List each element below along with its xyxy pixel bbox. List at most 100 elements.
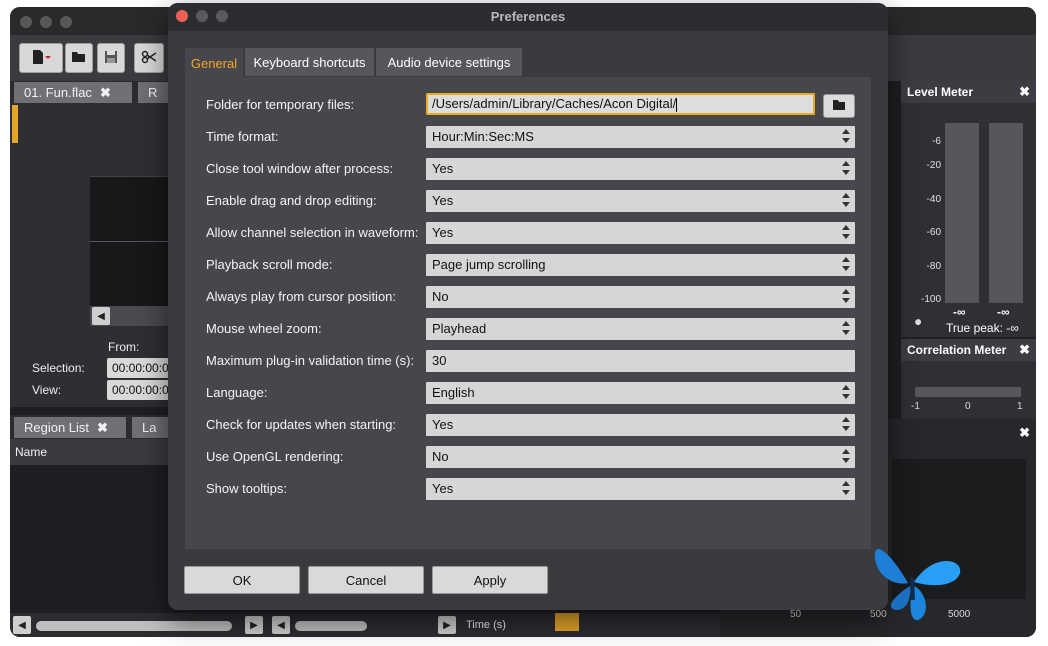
cancel-button[interactable]: Cancel	[308, 566, 424, 594]
browse-folder-button[interactable]	[823, 94, 855, 118]
wrench-icon[interactable]	[911, 319, 925, 336]
zoom-window-button[interactable]	[60, 16, 72, 28]
view-from-field[interactable]: 00:00:00:0	[107, 380, 170, 400]
save-icon	[104, 50, 118, 67]
tab-document[interactable]: 01. Fun.flac ✖	[14, 82, 132, 103]
selection-from-field[interactable]: 00:00:00:0	[107, 358, 170, 378]
correlation-scale-label: 1	[1017, 401, 1023, 412]
select-arrows-icon	[842, 449, 850, 463]
region-tab-2-label: La	[142, 420, 157, 435]
general-settings-panel: Folder for temporary files: /Users/admin…	[185, 77, 871, 549]
show-tooltips-value: Yes	[432, 481, 454, 496]
opengl-label: Use OpenGL rendering:	[206, 449, 344, 464]
plugin-validation-value: 30	[432, 353, 447, 368]
waveform-scrollbar[interactable]: ◀	[90, 306, 170, 326]
temp-folder-label: Folder for temporary files:	[206, 97, 355, 112]
region-list[interactable]	[10, 465, 170, 615]
close-tool-window-select[interactable]: Yes	[426, 158, 855, 180]
level-meter-panel: Level Meter ✖ -6 -20 -40 -60 -80 -100 -∞…	[901, 81, 1036, 337]
document-tab-label: 01. Fun.flac	[24, 85, 92, 100]
meter-tick: -80	[926, 261, 941, 272]
temp-folder-input[interactable]: /Users/admin/Library/Caches/Acon Digital…	[426, 93, 815, 115]
selection-label: Selection:	[32, 361, 85, 375]
new-file-button[interactable]	[19, 43, 63, 73]
select-arrows-icon	[842, 161, 850, 175]
show-tooltips-select[interactable]: Yes	[426, 478, 855, 500]
minimize-window-button[interactable]	[40, 16, 52, 28]
document-tab-2-label: R	[148, 85, 158, 100]
close-icon[interactable]: ✖	[100, 85, 111, 101]
check-updates-select[interactable]: Yes	[426, 414, 855, 436]
select-arrows-icon	[842, 225, 850, 239]
close-tool-window-value: Yes	[432, 161, 454, 176]
tab-region-2[interactable]: La	[132, 417, 172, 438]
text-cursor	[676, 97, 678, 112]
mouse-wheel-zoom-select[interactable]: Playhead	[426, 318, 855, 340]
select-arrows-icon	[842, 257, 850, 271]
opengl-select[interactable]: No	[426, 446, 855, 468]
meter-tick: -100	[920, 294, 941, 305]
language-label: Language:	[206, 385, 268, 400]
playback-scroll-label: Playback scroll mode:	[206, 257, 333, 272]
channel-selection-select[interactable]: Yes	[426, 222, 855, 244]
select-arrows-icon	[842, 321, 850, 335]
play-from-cursor-label: Always play from cursor position:	[206, 289, 397, 304]
tab-general[interactable]: General	[185, 48, 243, 78]
spectrum-scale-label: 50	[790, 609, 802, 620]
close-icon[interactable]: ✖	[1019, 84, 1030, 100]
name-column-header[interactable]: Name	[15, 445, 47, 459]
select-arrows-icon	[842, 193, 850, 207]
folder-icon	[832, 99, 846, 114]
language-value: English	[432, 385, 475, 400]
channel-divider	[90, 241, 170, 242]
drag-drop-label: Enable drag and drop editing:	[206, 193, 377, 208]
dialog-titlebar: Preferences	[168, 3, 888, 31]
meter-tick: -6	[932, 136, 941, 147]
scroll-left-icon[interactable]: ◀	[13, 616, 31, 634]
region-list-header: Name	[10, 439, 170, 465]
horizontal-scroll-thumb[interactable]	[36, 621, 232, 631]
meter-tick: -60	[926, 227, 941, 238]
cut-button[interactable]	[134, 43, 164, 73]
pause-button[interactable]	[555, 613, 579, 631]
drag-drop-select[interactable]: Yes	[426, 190, 855, 212]
tab-audio-device-settings[interactable]: Audio device settings	[376, 48, 522, 76]
close-window-button[interactable]	[20, 16, 32, 28]
region-tab-bar: Region List ✖ La	[10, 415, 172, 439]
scroll-right-icon[interactable]: ▶	[438, 616, 456, 634]
drag-drop-value: Yes	[432, 193, 454, 208]
play-from-cursor-select[interactable]: No	[426, 286, 855, 308]
save-button[interactable]	[97, 43, 125, 73]
ok-button[interactable]: OK	[184, 566, 300, 594]
select-arrows-icon	[842, 385, 850, 399]
close-icon[interactable]: ✖	[1019, 342, 1030, 358]
time-format-value: Hour:Min:Sec:MS	[432, 129, 534, 144]
meter-tick: -20	[926, 160, 941, 171]
open-button[interactable]	[65, 43, 93, 73]
horizontal-scroll-thumb[interactable]	[295, 621, 367, 631]
language-select[interactable]: English	[426, 382, 855, 404]
scroll-left-icon[interactable]: ◀	[272, 616, 290, 634]
check-updates-value: Yes	[432, 417, 454, 432]
right-peak-value: -∞	[997, 305, 1010, 319]
right-channel-meter	[989, 123, 1023, 303]
meter-tick: -40	[926, 194, 941, 205]
close-icon[interactable]: ✖	[1019, 425, 1030, 441]
left-peak-value: -∞	[953, 305, 966, 319]
scroll-left-icon[interactable]: ◀	[92, 307, 110, 325]
true-peak-label: True peak: -∞	[946, 321, 1019, 335]
playback-scroll-value: Page jump scrolling	[432, 257, 546, 272]
plugin-validation-input[interactable]: 30	[426, 350, 855, 372]
channel-selection-label: Allow channel selection in waveform:	[206, 225, 419, 240]
select-arrows-icon	[842, 289, 850, 303]
apply-button[interactable]: Apply	[432, 566, 548, 594]
time-format-select[interactable]: Hour:Min:Sec:MS	[426, 126, 855, 148]
playback-scroll-select[interactable]: Page jump scrolling	[426, 254, 855, 276]
select-arrows-icon	[842, 417, 850, 431]
tab-region-list[interactable]: Region List ✖	[14, 417, 126, 438]
scroll-right-icon[interactable]: ▶	[245, 616, 263, 634]
close-icon[interactable]: ✖	[97, 420, 108, 436]
correlation-meter-panel: Correlation Meter ✖ -1 0 1	[901, 339, 1036, 419]
tab-keyboard-shortcuts[interactable]: Keyboard shortcuts	[245, 48, 374, 76]
level-meter-title-text: Level Meter	[907, 85, 974, 99]
